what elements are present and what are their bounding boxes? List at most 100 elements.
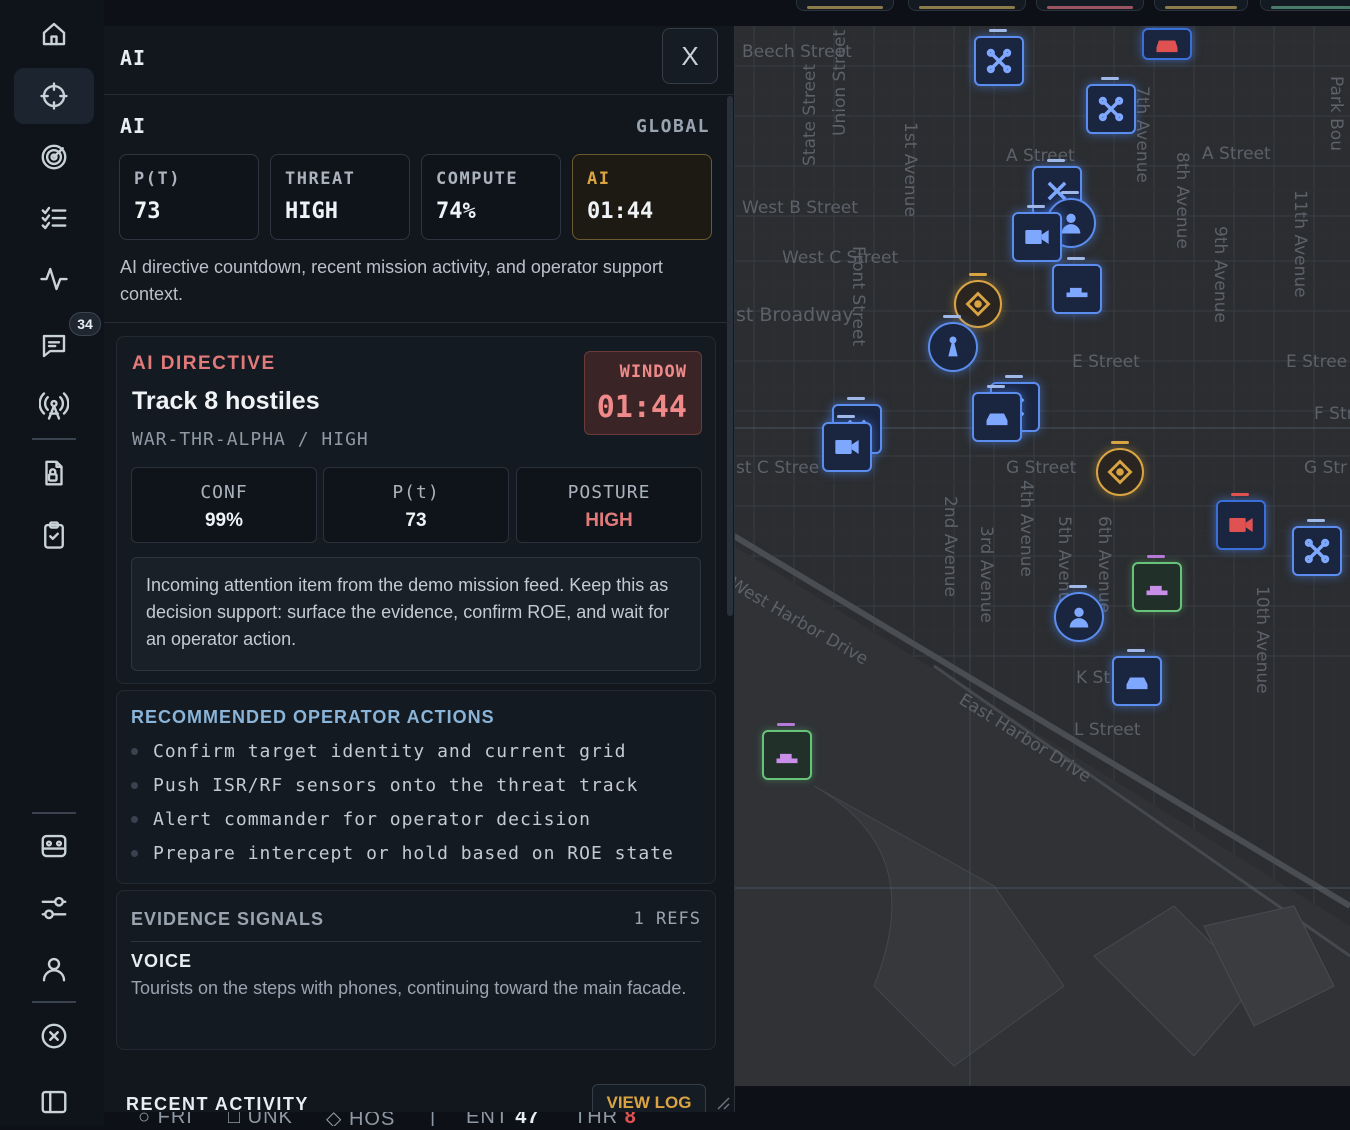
summary-title: AI (120, 114, 147, 138)
status-value: 8 (624, 1112, 637, 1126)
map-marker-drone[interactable] (974, 29, 1024, 86)
street-label: 1st Avenue (900, 122, 920, 217)
summary-scope: GLOBAL (635, 116, 710, 137)
recommended-actions-card: RECOMMENDED OPERATOR ACTIONS Confirm tar… (116, 690, 716, 884)
crosshair-button[interactable] (14, 68, 94, 124)
evidence-signals-card: EVIDENCE SIGNALS 1 REFS VOICE Tourists o… (116, 890, 716, 1050)
action-text: Push ISR/RF sensors onto the threat trac… (153, 775, 639, 796)
map-marker-drone[interactable] (1086, 77, 1136, 134)
home-button[interactable] (14, 6, 94, 62)
map-marker-person[interactable] (1054, 585, 1104, 642)
top-tab[interactable] (908, 0, 1026, 11)
top-bar (104, 0, 1350, 27)
vehicle-icon (1126, 677, 1148, 690)
street-label: F Str (1314, 404, 1350, 424)
sidebar-toggle-icon (41, 1090, 67, 1114)
tank-icon (1066, 283, 1088, 298)
street-label: st Broadway (736, 304, 854, 326)
checklist-icon (41, 206, 67, 230)
close-button[interactable]: X (662, 28, 718, 84)
street-label: E Street (1072, 352, 1140, 372)
directive-note: Incoming attention item from the demo mi… (131, 557, 701, 671)
tower-icon (948, 336, 958, 357)
panel-title: AI (120, 46, 147, 70)
map-marker-camera[interactable] (822, 415, 872, 472)
cancel-button[interactable] (14, 1008, 94, 1064)
top-tab[interactable] (1154, 0, 1248, 11)
stat-label: AI (587, 169, 611, 189)
street-label: West C Street (782, 248, 899, 268)
window-label: WINDOW (619, 362, 687, 382)
evidence-refs: 1 REFS (633, 909, 701, 929)
messages-button[interactable]: 34 (14, 312, 101, 374)
diamond-icon (1107, 459, 1133, 485)
camera-icon (1229, 518, 1253, 532)
activity-button[interactable] (14, 251, 94, 307)
map-marker-unknown[interactable] (1096, 441, 1144, 496)
map-marker-hostile-camera[interactable] (1216, 493, 1266, 550)
top-tab[interactable] (1036, 0, 1144, 11)
tank-icon (1146, 581, 1168, 596)
panel-header: AI X (104, 26, 734, 95)
sidebar-toggle-button[interactable] (14, 1074, 94, 1130)
window-countdown: WINDOW 01:44 (584, 351, 702, 435)
stat-label: COMPUTE (436, 169, 519, 189)
map-marker-unknown[interactable] (954, 273, 1002, 328)
clipboard-check-icon (44, 521, 64, 549)
street-label: Park Bou (1326, 76, 1346, 151)
ai-directive-card: AI DIRECTIVE Track 8 hostiles WAR-THR-AL… (116, 336, 716, 684)
tactical-map[interactable]: Beech Street West B Street West C Street… (734, 26, 1350, 1086)
map-marker-tower[interactable] (928, 315, 978, 372)
rail-divider (32, 812, 76, 814)
file-lock-icon (45, 460, 63, 486)
stat-value: HIGH (285, 199, 338, 224)
map-marker-vehicle[interactable] (1112, 649, 1162, 706)
street-label: 10th Avenue (1252, 586, 1272, 694)
status-hostile: ◇ HOS (326, 1112, 395, 1126)
street-label: K St (1076, 668, 1111, 688)
street-label: State Street (800, 63, 820, 166)
street-label: Union Street (830, 29, 850, 136)
status-label: FRI (157, 1112, 193, 1126)
map-marker-neutral-tank[interactable] (1132, 555, 1182, 612)
street-label: G Str (1304, 458, 1348, 478)
street-label: A Street (1202, 144, 1271, 164)
antenna-button[interactable] (14, 378, 94, 434)
view-log-button[interactable]: VIEW LOG (592, 1084, 706, 1112)
person-icon (1069, 607, 1089, 628)
status-unknown: □ UNK (228, 1112, 293, 1126)
camera-icon (1025, 230, 1049, 244)
settings-sliders-button[interactable] (14, 880, 94, 936)
profile-button[interactable] (14, 941, 94, 997)
radar-button[interactable] (14, 129, 94, 185)
status-divider: | (430, 1112, 437, 1126)
metric-value: 73 (405, 510, 427, 531)
map-marker-camera[interactable] (1012, 205, 1062, 262)
top-tab[interactable] (1260, 0, 1350, 11)
metric-label: POSTURE (567, 482, 651, 503)
metric-value: HIGH (585, 510, 633, 531)
status-label: THR (574, 1112, 619, 1126)
checklist-button[interactable] (14, 190, 94, 246)
resize-grip-icon[interactable] (716, 1096, 730, 1110)
stat-value: 01:44 (587, 199, 654, 224)
clipboard-button[interactable] (14, 507, 94, 563)
status-label: ENT (466, 1112, 509, 1126)
map-marker-hostile-vehicle[interactable] (1142, 28, 1192, 60)
map-marker-drone[interactable] (1292, 519, 1342, 576)
drone-icon (986, 48, 1012, 74)
map-marker-neutral-tank[interactable] (762, 723, 812, 780)
scan-button[interactable] (14, 818, 94, 874)
map-marker-vehicle[interactable] (972, 385, 1022, 442)
summary-description: AI directive countdown, recent mission a… (120, 257, 663, 304)
map-marker-tank[interactable] (1052, 257, 1102, 314)
street-label: 2nd Avenue (940, 496, 960, 597)
top-tab[interactable] (796, 0, 894, 11)
action-text: Confirm target identity and current grid (153, 741, 627, 762)
file-lock-button[interactable] (14, 445, 94, 501)
messages-badge: 34 (69, 312, 101, 336)
divider (131, 941, 701, 942)
status-label: UNK (247, 1112, 293, 1126)
drone-icon (1304, 538, 1330, 564)
bullet-icon (131, 782, 138, 789)
